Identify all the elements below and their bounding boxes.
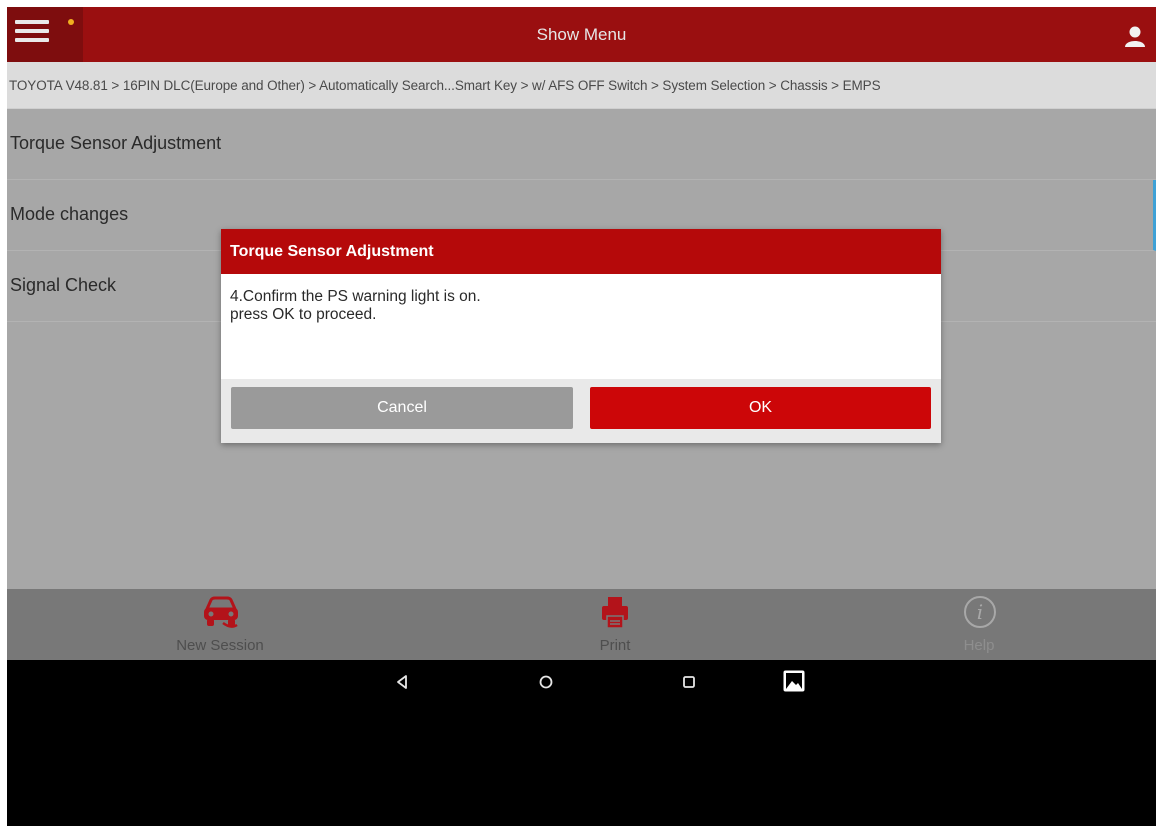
dialog-footer: Cancel OK [221,379,941,443]
help-button[interactable]: i Help [919,589,1039,660]
svg-text:i: i [977,600,983,624]
system-navigation-bar [7,660,1156,826]
dialog-title: Torque Sensor Adjustment [221,229,941,274]
info-icon: i [964,596,996,628]
recents-icon[interactable] [682,674,696,690]
breadcrumb: TOYOTA V48.81 > 16PIN DLC(Europe and Oth… [7,62,1156,109]
new-session-label: New Session [176,637,264,654]
dialog-message-line-2: press OK to proceed. [230,306,377,323]
dialog-message: 4.Confirm the PS warning light is on. pr… [230,288,920,324]
app-frame: Show Menu TOYOTA V48.81 > 16PIN DLC(Euro… [7,7,1156,826]
printer-icon [602,597,628,629]
print-label: Print [599,637,631,654]
list-item-label: Signal Check [10,275,117,295]
list-item-label: Mode changes [10,204,129,224]
top-bar: Show Menu [7,7,1156,62]
bottom-action-bar: New Session Print i Help [7,589,1156,660]
confirm-dialog: Torque Sensor Adjustment 4.Confirm the P… [221,229,941,443]
page-title: Show Menu [536,25,627,44]
car-icon [204,596,238,628]
ok-button[interactable]: OK [590,387,931,429]
cancel-button[interactable]: Cancel [231,387,573,429]
help-label: Help [963,637,995,654]
user-icon[interactable] [1124,25,1146,47]
back-icon[interactable] [395,674,409,690]
home-icon[interactable] [538,674,554,690]
screenshot-icon[interactable] [782,669,806,693]
list-item-label: Torque Sensor Adjustment [10,133,222,153]
new-session-button[interactable]: New Session [125,589,315,660]
print-button[interactable]: Print [555,589,675,660]
dialog-message-line-1: 4.Confirm the PS warning light is on. [230,288,481,305]
list-item-torque-sensor-adjustment[interactable]: Torque Sensor Adjustment [7,109,1156,180]
